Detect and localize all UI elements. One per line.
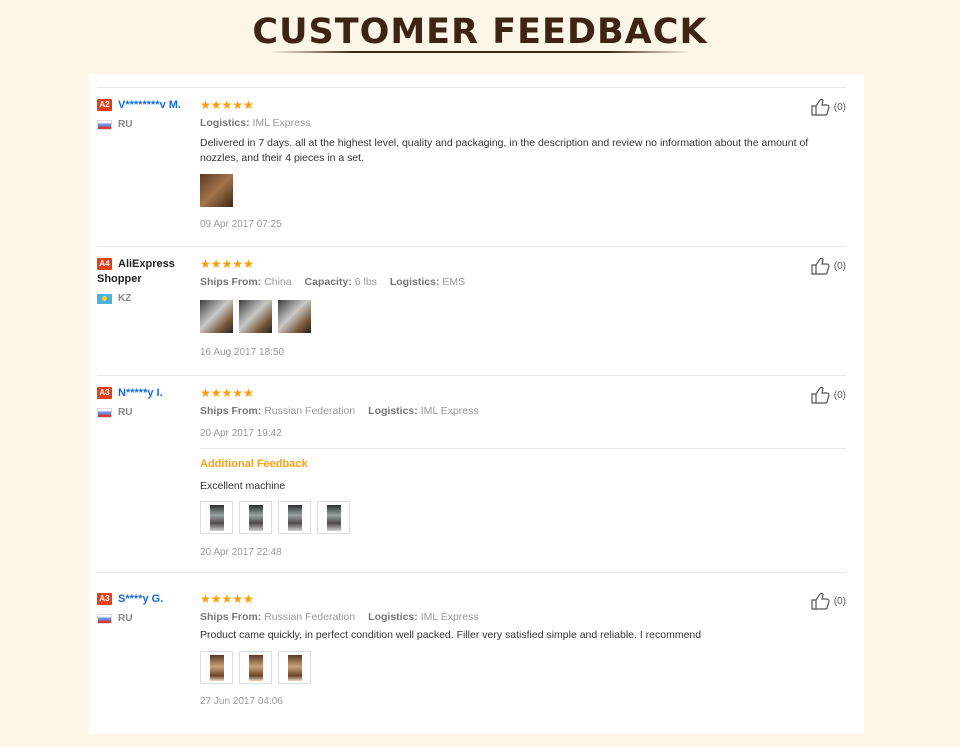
star-rating: ★★★★★ <box>200 98 254 112</box>
title-underline <box>270 51 690 53</box>
review-date: 27 Jun 2017 04:06 <box>200 696 283 707</box>
helpful-count: (0) <box>833 595 846 607</box>
review-photos <box>200 501 840 534</box>
reviewer: A3 S****y G. RU <box>97 592 191 624</box>
star-rating: ★★★★★ <box>200 592 254 606</box>
review-photo-thumbnail[interactable] <box>239 300 272 333</box>
review-text: Delivered in 7 days. all at the highest … <box>200 137 809 164</box>
thumbs-up-icon <box>811 257 830 275</box>
reviewer-country: RU <box>118 613 133 624</box>
reviewer-name-link[interactable]: S****y G. <box>118 593 163 605</box>
reviewer-name-link[interactable]: V********v M. <box>118 99 181 111</box>
review-photo-thumbnail[interactable] <box>200 300 233 333</box>
flag-kz-icon <box>97 293 112 304</box>
review-photo-thumbnail[interactable] <box>200 501 233 534</box>
review-photo-thumbnail[interactable] <box>200 651 233 684</box>
helpful-button[interactable]: (0) <box>811 592 846 610</box>
thumbs-up-icon <box>811 98 830 116</box>
thumbs-up-icon <box>811 386 830 404</box>
reviewer-name-link[interactable]: N*****y I. <box>118 387 163 399</box>
reviewer-country: RU <box>118 119 133 130</box>
flag-ru-icon <box>97 407 112 418</box>
review-photos <box>200 651 840 684</box>
divider <box>97 375 846 376</box>
additional-feedback-date: 20 Apr 2017 22:48 <box>200 547 282 558</box>
review-photos <box>200 300 840 333</box>
order-info: Ships From: China Capacity: 6 lbs Logist… <box>200 276 466 288</box>
reviewer-country: KZ <box>118 293 132 304</box>
level-badge: A4 <box>97 258 112 270</box>
order-info: Ships From: Russian Federation Logistics… <box>200 405 479 417</box>
helpful-button[interactable]: (0) <box>811 386 846 404</box>
star-rating: ★★★★★ <box>200 386 254 400</box>
reviewer: A2 V********v M. RU <box>97 98 191 130</box>
review-photo-thumbnail[interactable] <box>200 174 233 207</box>
review-photo-thumbnail[interactable] <box>239 501 272 534</box>
divider <box>97 246 846 247</box>
helpful-button[interactable]: (0) <box>811 98 846 116</box>
review-date: 09 Apr 2017 07:25 <box>200 219 282 230</box>
reviewer: A3 N*****y I. RU <box>97 386 191 418</box>
level-badge: A2 <box>97 99 112 111</box>
reviewer: A4 AliExpress Shopper KZ <box>97 257 191 304</box>
helpful-count: (0) <box>833 260 846 272</box>
page-title: CUSTOMER FEEDBACK <box>252 12 708 52</box>
review-photo-thumbnail[interactable] <box>278 300 311 333</box>
helpful-count: (0) <box>833 389 846 401</box>
order-info: Ships From: Russian Federation Logistics… <box>200 611 479 623</box>
thumbs-up-icon <box>811 592 830 610</box>
review-photo-thumbnail[interactable] <box>278 651 311 684</box>
level-badge: A3 <box>97 593 112 605</box>
helpful-button[interactable]: (0) <box>811 257 846 275</box>
additional-feedback-label: Additional Feedback <box>200 458 308 470</box>
reviewer-country: RU <box>118 407 133 418</box>
review-photo-thumbnail[interactable] <box>278 501 311 534</box>
divider <box>97 572 846 573</box>
additional-feedback-text: Excellent machine <box>200 480 286 492</box>
flag-ru-icon <box>97 119 112 130</box>
level-badge: A3 <box>97 387 112 399</box>
reviews-panel: A2 V********v M. RU ★★★★★ Logistics: IML … <box>89 74 864 734</box>
review-date: 20 Apr 2017 19:42 <box>200 428 282 439</box>
divider <box>200 448 846 449</box>
flag-ru-icon <box>97 613 112 624</box>
order-info: Logistics: IML Express <box>200 117 311 129</box>
helpful-count: (0) <box>833 101 846 113</box>
review-photo-thumbnail[interactable] <box>317 501 350 534</box>
divider <box>97 87 846 88</box>
review-date: 16 Aug 2017 18:50 <box>200 347 284 358</box>
review-photos <box>200 174 840 207</box>
review-text: Product came quickly, in perfect conditi… <box>200 629 702 641</box>
star-rating: ★★★★★ <box>200 257 254 271</box>
review-photo-thumbnail[interactable] <box>239 651 272 684</box>
